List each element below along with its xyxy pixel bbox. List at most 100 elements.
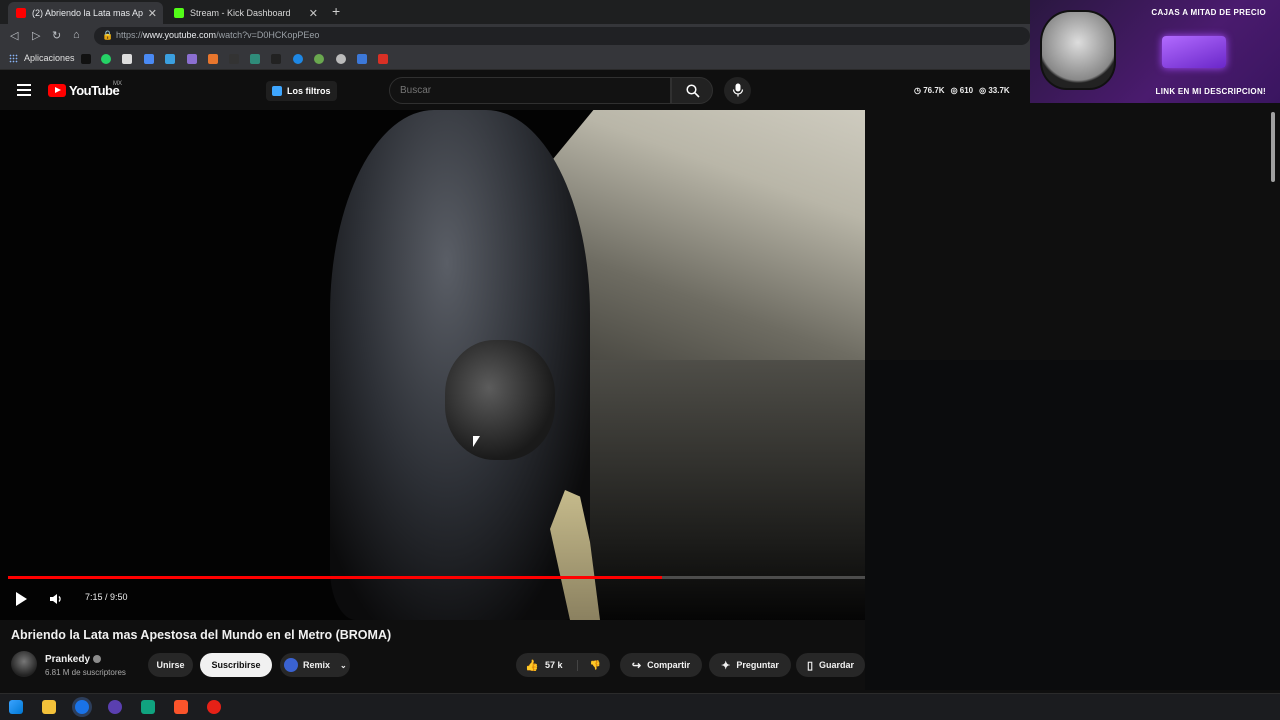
search-box (389, 77, 671, 104)
join-button[interactable]: Unirse (148, 653, 193, 677)
bookmark-icon[interactable] (144, 54, 154, 64)
remix-icon (284, 658, 298, 672)
like-button[interactable]: 👍 57 k 👎 (516, 653, 610, 677)
kick-favicon-icon (174, 8, 184, 18)
bookmark-icon[interactable] (81, 54, 91, 64)
thumbs-up-icon: 👍 (525, 659, 539, 672)
mouse-cursor-icon (473, 436, 480, 447)
url-text: https://www.youtube.com/watch?v=D0HCKopP… (116, 30, 320, 40)
progress-bar[interactable] (8, 576, 865, 579)
video-frame (0, 110, 865, 620)
subscriber-count: 6.81 M de suscriptores (45, 668, 126, 677)
bookmark-icon[interactable] (165, 54, 175, 64)
filter-extension-icon (272, 86, 282, 96)
search-icon (686, 84, 700, 98)
tab-youtube-label: (2) Abriendo la Lata mas Ap (32, 8, 144, 18)
bookmark-icon[interactable] (229, 54, 239, 64)
video-player[interactable]: 7:15 / 9:50 (0, 110, 865, 620)
share-button[interactable]: ↪ Compartir (620, 653, 702, 677)
chrome-icon[interactable] (75, 700, 89, 714)
stat-views: ◎ 33.7K (979, 86, 1010, 95)
remix-button[interactable]: Remix ⌄ (280, 653, 350, 677)
channel-name[interactable]: Prankedy (45, 654, 90, 665)
subscribe-label: Suscribirse (211, 660, 261, 670)
video-scene-can (445, 340, 555, 460)
file-explorer-icon[interactable] (42, 700, 56, 714)
page-scrollbar[interactable] (1271, 112, 1275, 182)
mascot-image (1040, 10, 1116, 90)
new-tab-button[interactable]: + (332, 3, 340, 19)
channel-stats: ◷ 76.7K ◎ 610 ◎ 33.7K (914, 86, 1010, 95)
bookmark-icon[interactable] (187, 54, 197, 64)
search-input[interactable] (400, 85, 660, 96)
lock-icon: 🔒 (102, 30, 114, 40)
sparkle-icon: ✦ (721, 659, 731, 672)
channel-avatar[interactable] (11, 651, 37, 677)
brave-icon[interactable] (174, 700, 188, 714)
promo-headline: CAJAS A MITAD DE PRECIO (1151, 8, 1266, 17)
stream-promo-overlay: CAJAS A MITAD DE PRECIO LINK EN MI DESCR… (1030, 0, 1280, 103)
ask-label: Preguntar (736, 660, 779, 670)
forward-icon[interactable]: ▷ (32, 29, 40, 42)
windows-taskbar (0, 693, 1280, 720)
apps-shortcut[interactable]: Aplicaciones (9, 53, 75, 63)
youtube-favicon-icon (16, 8, 26, 18)
close-tab-icon[interactable]: ✕ (148, 7, 157, 20)
search-button[interactable] (671, 77, 713, 104)
bookmark-icon[interactable] (293, 54, 303, 64)
bookmark-icon[interactable] (357, 54, 367, 64)
gmail-icon[interactable] (378, 54, 388, 64)
tab-kick-label: Stream - Kick Dashboard (190, 8, 291, 18)
bookmark-icon[interactable] (122, 54, 132, 64)
share-label: Compartir (647, 660, 691, 670)
subscribe-button[interactable]: Suscribirse (200, 653, 272, 677)
promo-link-text: LINK EN MI DESCRIPCION! (1155, 87, 1266, 96)
loot-box-image (1162, 36, 1226, 68)
tab-kick-dashboard[interactable]: Stream - Kick Dashboard ✕ (166, 2, 324, 24)
apps-grid-icon (9, 53, 18, 63)
tab-youtube[interactable]: (2) Abriendo la Lata mas Ap ✕ (8, 2, 163, 24)
bookmark-icon[interactable] (250, 54, 260, 64)
bookmark-icon[interactable] (271, 54, 281, 64)
windows-start-icon[interactable] (9, 700, 23, 714)
thumbs-down-icon[interactable]: 👎 (576, 659, 601, 671)
ask-button[interactable]: ✦ Preguntar (709, 653, 791, 677)
volume-icon[interactable] (49, 592, 63, 606)
save-label: Guardar (819, 660, 855, 670)
bookmark-icon[interactable] (336, 54, 346, 64)
youtube-app-icon[interactable] (207, 700, 221, 714)
remix-label: Remix (303, 660, 331, 670)
chatgpt-icon[interactable] (141, 700, 155, 714)
whatsapp-icon[interactable] (101, 54, 111, 64)
hamburger-menu-icon[interactable] (17, 84, 31, 96)
youtube-wordmark: YouTube (69, 83, 120, 98)
voice-search-button[interactable] (724, 77, 751, 104)
like-count: 57 k (544, 660, 563, 670)
app-icon[interactable] (108, 700, 122, 714)
play-button[interactable] (16, 592, 27, 606)
join-label: Unirse (156, 660, 185, 670)
save-button[interactable]: ▯ Guardar (796, 653, 865, 677)
apps-label: Aplicaciones (24, 53, 75, 63)
stat-clock: ◷ 76.7K (914, 86, 945, 95)
microphone-icon (732, 83, 744, 97)
player-controls: 7:15 / 9:50 (0, 586, 865, 616)
youtube-logo[interactable]: YouTube (48, 83, 120, 98)
share-icon: ↪ (631, 659, 642, 672)
home-icon[interactable]: ⌂ (73, 29, 80, 41)
youtube-play-icon (48, 84, 66, 97)
filters-button[interactable]: Los filtros (266, 81, 337, 101)
close-tab-icon[interactable]: ✕ (309, 7, 318, 20)
reload-icon[interactable]: ↻ (52, 29, 61, 42)
bookmark-icon[interactable] (314, 54, 324, 64)
country-code: MX (113, 81, 122, 87)
progress-fill (8, 576, 662, 579)
url-field[interactable]: 🔒 https://www.youtube.com/watch?v=D0HCKo… (94, 27, 1030, 45)
bookmark-save-icon: ▯ (806, 659, 814, 672)
bookmark-icon[interactable] (208, 54, 218, 64)
filters-label: Los filtros (287, 86, 331, 96)
secondary-panel (865, 360, 1280, 690)
video-title: Abriendo la Lata mas Apestosa del Mundo … (11, 628, 392, 642)
back-icon[interactable]: ◁ (10, 29, 18, 42)
stat-eye: ◎ 610 (950, 86, 974, 95)
